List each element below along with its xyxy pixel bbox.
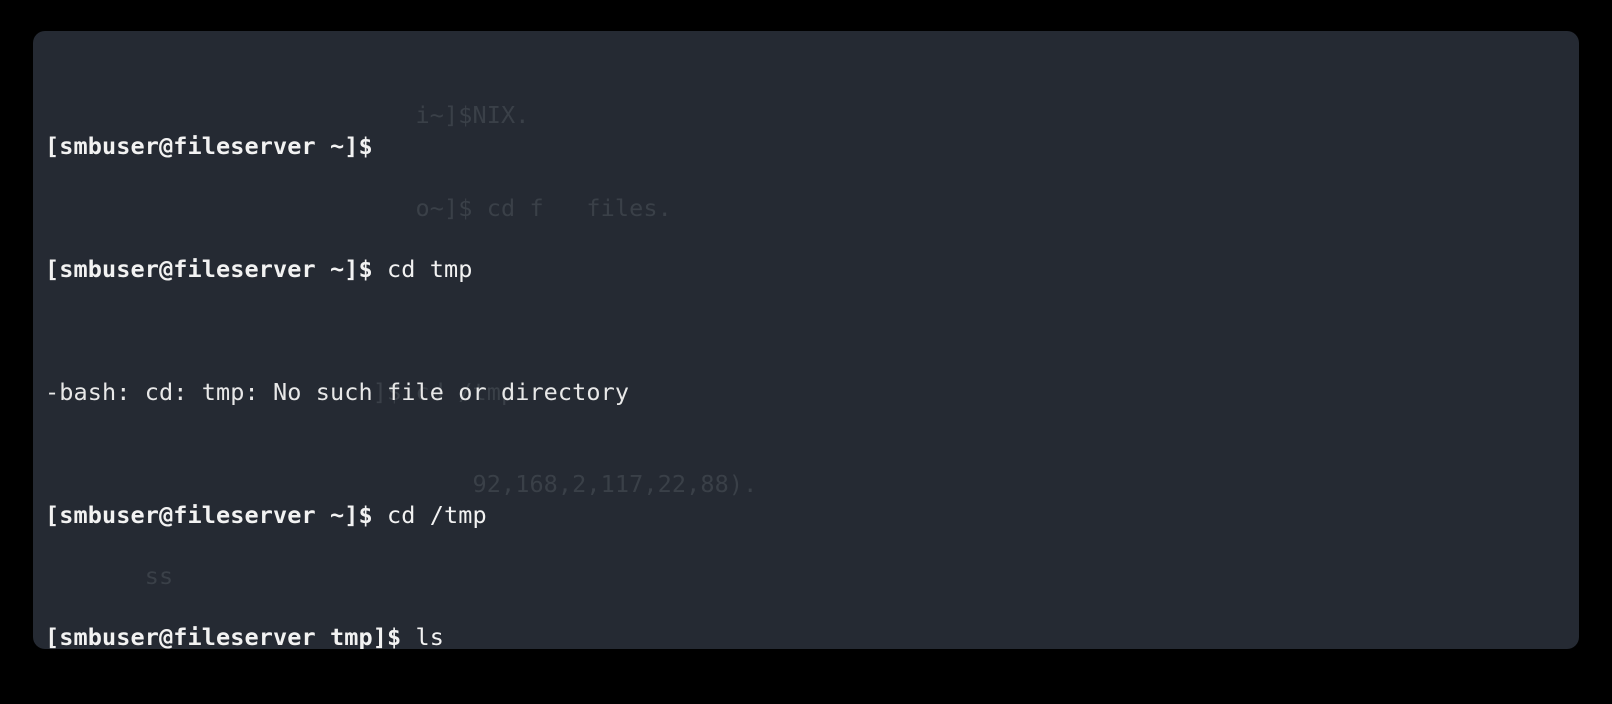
terminal-line: [smbuser@fileserver ~]$ cd tmp <box>45 254 1579 285</box>
terminal-output[interactable]: [smbuser@fileserver ~]$ [smbuser@fileser… <box>33 31 1579 649</box>
terminal-line: [smbuser@fileserver ~]$ cd /tmp <box>45 500 1579 531</box>
shell-prompt: [smbuser@fileserver tmp]$ <box>45 623 416 649</box>
error-message: -bash: cd: tmp: No such file or director… <box>45 377 630 406</box>
shell-prompt: [smbuser@fileserver ~]$ <box>45 132 387 161</box>
shell-prompt: [smbuser@fileserver ~]$ <box>45 500 387 529</box>
terminal-line: -bash: cd: tmp: No such file or director… <box>45 377 1579 408</box>
command-text: cd /tmp <box>386 500 487 529</box>
shell-prompt: [smbuser@fileserver ~]$ <box>45 254 387 283</box>
command-text: ls <box>415 623 444 649</box>
command-text: cd tmp <box>386 254 473 283</box>
terminal-line: [smbuser@fileserver tmp]$ ls <box>45 622 1579 649</box>
terminal-window[interactable]: i~]$NIX. o~]$ cd f files. ]$ cd /tmp 92,… <box>33 31 1579 649</box>
terminal-line: [smbuser@fileserver ~]$ <box>45 131 1579 162</box>
